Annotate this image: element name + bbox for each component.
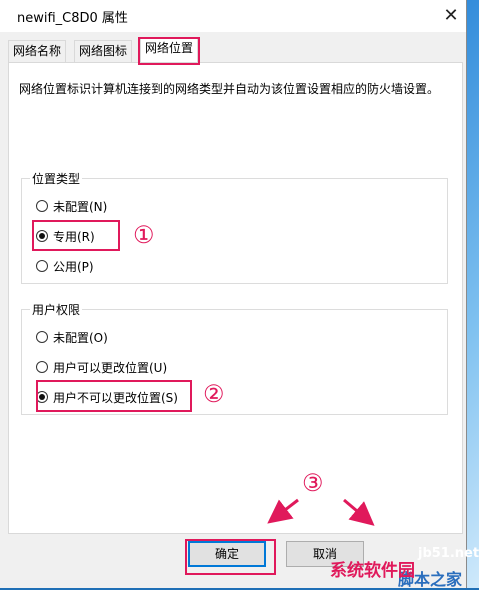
arrow-to-cancel [343,498,375,526]
watermark-site: jb51.net [418,546,479,561]
watermark-brand-2: 系统软件园 [330,561,415,581]
annotation-arrows [267,498,375,526]
arrow-to-ok [267,498,299,524]
